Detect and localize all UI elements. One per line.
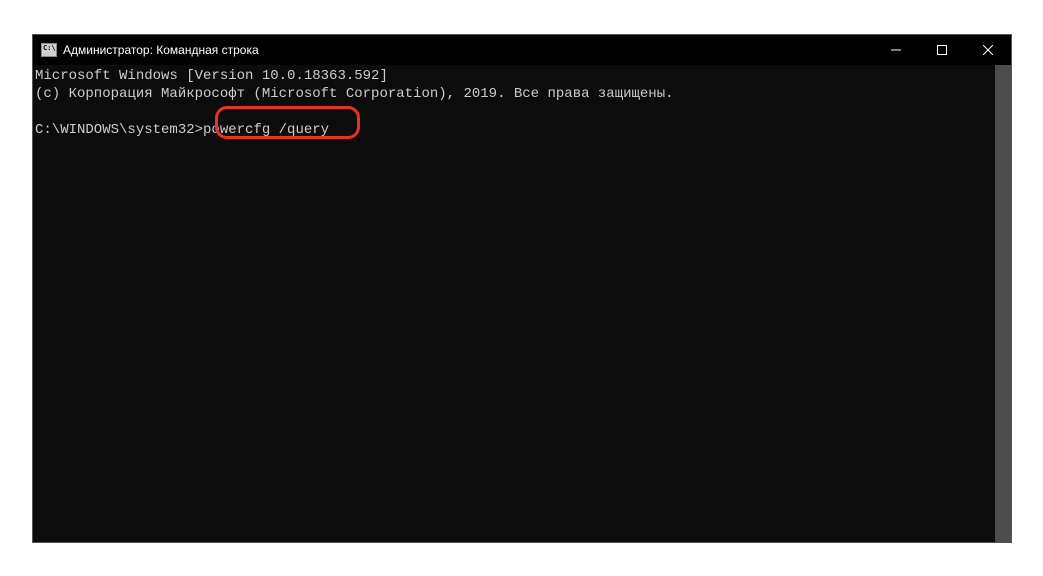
- terminal-area[interactable]: Microsoft Windows [Version 10.0.18363.59…: [33, 65, 1011, 542]
- close-button[interactable]: [965, 35, 1011, 65]
- maximize-button[interactable]: [919, 35, 965, 65]
- maximize-icon: [937, 45, 947, 55]
- window-title: Администратор: Командная строка: [63, 43, 259, 57]
- window-controls: [873, 35, 1011, 65]
- close-icon: [983, 45, 993, 55]
- scrollbar[interactable]: [995, 65, 1011, 542]
- terminal-content: Microsoft Windows [Version 10.0.18363.59…: [35, 67, 1011, 139]
- prompt: C:\WINDOWS\system32>: [35, 122, 203, 138]
- command-prompt-window: C:\ Администратор: Командная строка Micr…: [32, 34, 1012, 543]
- scrollbar-thumb[interactable]: [995, 65, 1011, 542]
- command-input[interactable]: powercfg /query: [203, 122, 329, 138]
- titlebar[interactable]: C:\ Администратор: Командная строка: [33, 35, 1011, 65]
- cmd-icon: C:\: [41, 43, 57, 57]
- minimize-button[interactable]: [873, 35, 919, 65]
- blank-line: [35, 103, 1011, 121]
- minimize-icon: [891, 45, 901, 55]
- output-line: Microsoft Windows [Version 10.0.18363.59…: [35, 67, 1011, 85]
- prompt-line: C:\WINDOWS\system32>powercfg /query: [35, 121, 1011, 139]
- cmd-icon-glyph: C:\: [42, 44, 57, 53]
- output-line: (c) Корпорация Майкрософт (Microsoft Cor…: [35, 85, 1011, 103]
